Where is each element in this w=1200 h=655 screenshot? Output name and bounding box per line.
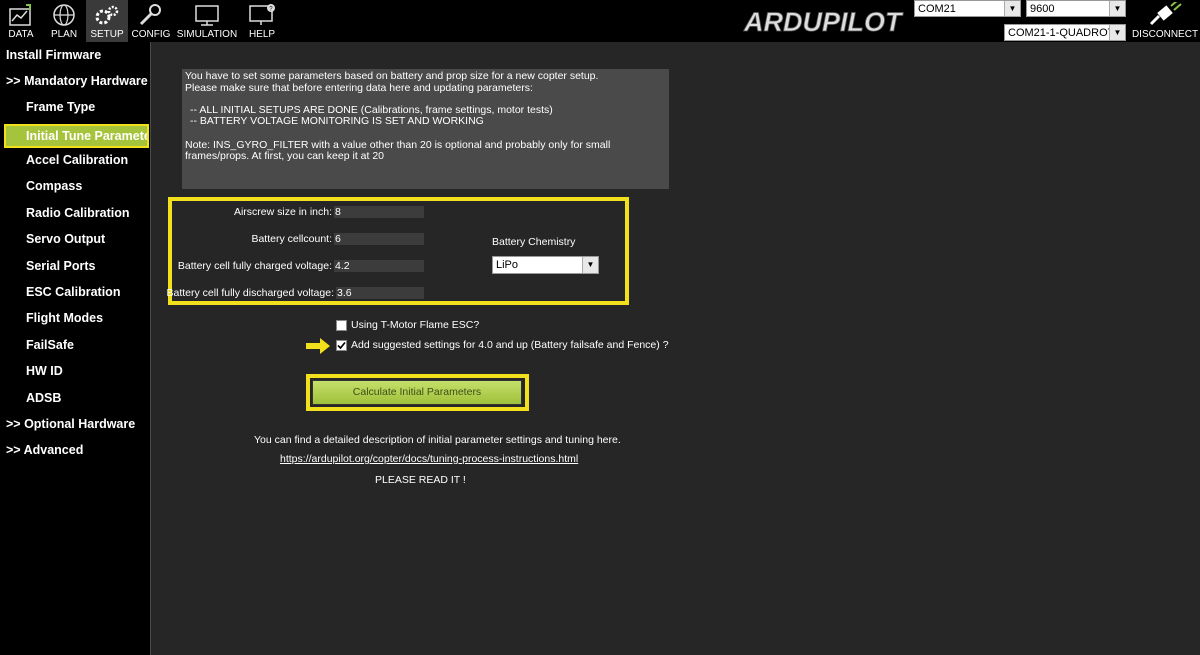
info-panel: You have to set some parameters based on… (182, 69, 669, 189)
disconnect-label: DISCONNECT (1131, 29, 1199, 40)
device-select[interactable]: COM21-1-QUADROTOR ▼ (1004, 24, 1126, 41)
sidebar: Install Firmware >> Mandatory Hardware F… (0, 42, 151, 655)
chevron-down-icon: ▼ (1109, 25, 1125, 40)
disconnect-button[interactable]: DISCONNECT (1130, 0, 1200, 42)
nav-data-button[interactable]: DATA (2, 0, 40, 42)
sidebar-item-flight-modes[interactable]: Flight Modes (26, 311, 103, 325)
charged-voltage-input[interactable]: 4.2 (334, 260, 424, 272)
sidebar-item-esc-calibration[interactable]: ESC Calibration (26, 285, 120, 299)
airscrew-input[interactable]: 8 (334, 206, 424, 218)
chevron-down-icon: ▼ (582, 257, 598, 273)
info-line: Please make sure that before entering da… (185, 82, 533, 94)
sidebar-item-failsafe[interactable]: FailSafe (26, 338, 74, 352)
tmotor-label: Using T-Motor Flame ESC? (351, 319, 480, 331)
sidebar-item-mandatory-hardware[interactable]: >> Mandatory Hardware (6, 74, 148, 88)
sidebar-item-radio-calibration[interactable]: Radio Calibration (26, 206, 129, 220)
info-line: -- BATTERY VOLTAGE MONITORING IS SET AND… (190, 115, 484, 127)
sidebar-item-label: Initial Tune Parameters (26, 129, 149, 143)
wrench-icon (139, 4, 161, 26)
data-icon (9, 4, 31, 26)
sidebar-item-advanced[interactable]: >> Advanced (6, 443, 83, 457)
nav-setup-label: SETUP (90, 29, 124, 40)
plug-icon (1149, 0, 1182, 26)
help-monitor-icon: ? (249, 4, 275, 25)
nav-config-label: CONFIG (131, 29, 171, 40)
chevron-down-icon: ▼ (1109, 1, 1125, 16)
discharged-voltage-label: Battery cell fully discharged voltage: (166, 287, 334, 299)
description-text: You can find a detailed description of i… (254, 434, 621, 446)
please-read-text: PLEASE READ IT ! (375, 474, 466, 486)
sidebar-item-install-firmware[interactable]: Install Firmware (6, 48, 101, 62)
ardupilot-logo: ARDUPILOT (742, 4, 914, 38)
top-toolbar: DATA PLAN SETUP CONFIG SIMULATION ? HELP… (0, 0, 1200, 42)
tmotor-checkbox[interactable] (336, 320, 347, 331)
arrow-right-icon (306, 338, 330, 354)
monitor-icon (195, 5, 219, 26)
tuning-instructions-link[interactable]: https://ardupilot.org/copter/docs/tuning… (280, 453, 578, 465)
airscrew-label: Airscrew size in inch: (233, 206, 332, 218)
sidebar-item-accel-calibration[interactable]: Accel Calibration (26, 153, 128, 167)
cellcount-input[interactable]: 6 (334, 233, 424, 245)
nav-simulation-label: SIMULATION (176, 29, 238, 40)
sidebar-item-adsb[interactable]: ADSB (26, 391, 61, 405)
sidebar-item-serial-ports[interactable]: Serial Ports (26, 259, 95, 273)
chevron-down-icon: ▼ (1004, 1, 1020, 16)
nav-plan-label: PLAN (50, 29, 78, 40)
info-note: frames/props. At first, you can keep it … (185, 150, 385, 162)
info-line: You have to set some parameters based on… (185, 70, 599, 82)
cellcount-label: Battery cellcount: (251, 233, 332, 245)
sidebar-item-hw-id[interactable]: HW ID (26, 364, 63, 378)
discharged-voltage-input[interactable]: 3.6 (336, 287, 424, 299)
sidebar-item-initial-tune-parameters[interactable]: Initial Tune Parameters (4, 124, 149, 148)
suggested-settings-checkbox[interactable] (336, 340, 347, 351)
charged-voltage-label: Battery cell fully charged voltage: (177, 260, 332, 272)
nav-plan-button[interactable]: PLAN (44, 0, 84, 42)
nav-simulation-button[interactable]: SIMULATION (176, 0, 238, 42)
sidebar-item-optional-hardware[interactable]: >> Optional Hardware (6, 417, 135, 431)
nav-config-button[interactable]: CONFIG (131, 0, 171, 42)
battery-chemistry-select[interactable]: LiPo ▼ (492, 256, 599, 274)
nav-help-label: HELP (248, 29, 276, 40)
port-select[interactable]: COM21 ▼ (914, 0, 1021, 17)
nav-setup-button[interactable]: SETUP (86, 0, 128, 42)
nav-help-button[interactable]: ? HELP (245, 0, 279, 42)
sidebar-item-servo-output[interactable]: Servo Output (26, 232, 105, 246)
gears-icon (95, 5, 119, 25)
nav-data-label: DATA (8, 29, 34, 40)
suggested-settings-label: Add suggested settings for 4.0 and up (B… (351, 339, 669, 351)
checkmark-icon (337, 341, 346, 350)
sidebar-item-frame-type[interactable]: Frame Type (26, 100, 95, 114)
baud-select[interactable]: 9600 ▼ (1026, 0, 1126, 17)
chemistry-value: LiPo (496, 259, 519, 271)
globe-icon (53, 4, 75, 26)
svg-text:ARDUPILOT: ARDUPILOT (743, 7, 904, 36)
baud-value: 9600 (1030, 3, 1055, 15)
sidebar-item-compass[interactable]: Compass (26, 179, 82, 193)
battery-chemistry-label: Battery Chemistry (492, 236, 576, 248)
port-value: COM21 (918, 3, 956, 15)
calculate-initial-parameters-button[interactable]: Calculate Initial Parameters (312, 380, 522, 405)
